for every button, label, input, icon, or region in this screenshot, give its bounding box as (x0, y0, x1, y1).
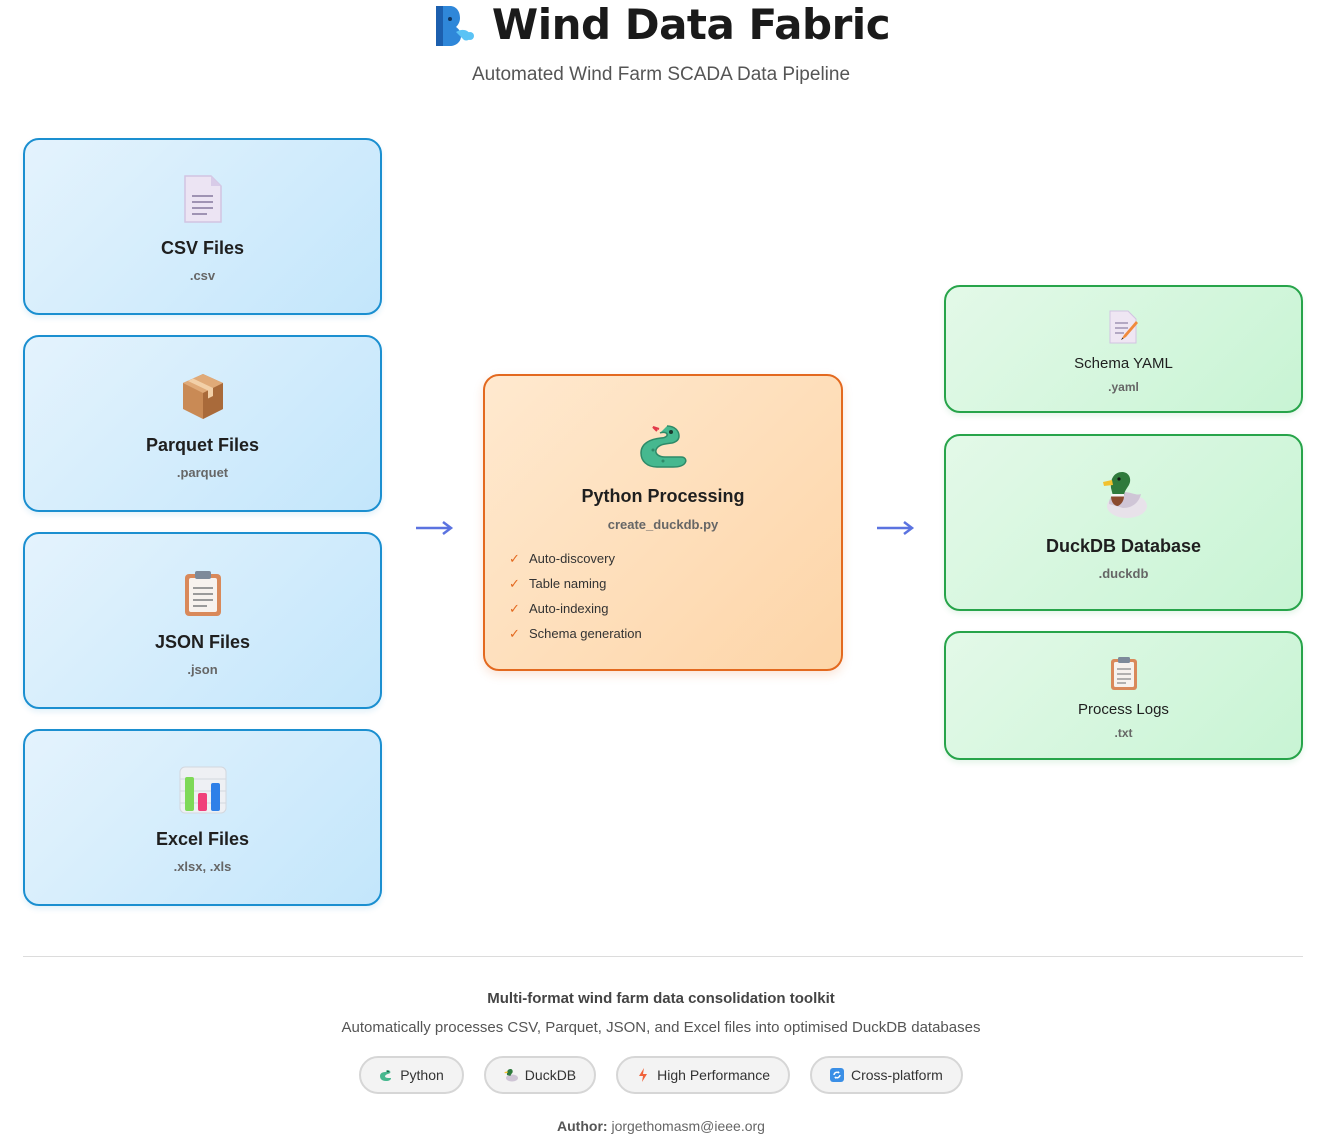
input-card-name: JSON Files (154, 632, 251, 652)
lightning-icon (639, 1068, 648, 1082)
input-card-name: Excel Files (155, 829, 250, 849)
author-email[interactable]: jorgethomasm@ieee.org (611, 1118, 765, 1134)
input-card-name: CSV Files (160, 238, 245, 258)
output-card-duckdb: DuckDB Database .duckdb (944, 434, 1303, 611)
badge-duckdb[interactable]: DuckDB (483, 1056, 597, 1094)
feature-label: Auto-discovery (529, 551, 615, 566)
feature-item: ✓ Table naming (509, 571, 841, 596)
feature-item: ✓ Auto-discovery (509, 546, 841, 571)
refresh-icon (829, 1068, 844, 1082)
bar-chart-icon (179, 766, 226, 814)
badge-high-performance[interactable]: High Performance (616, 1056, 790, 1094)
page-subtitle: Automated Wind Farm SCADA Data Pipeline (471, 64, 851, 85)
badge-label: Cross-platform (850, 1067, 943, 1083)
flow-arrow-in (416, 521, 454, 535)
snake-icon (640, 425, 687, 468)
input-card-ext: .csv (189, 268, 216, 283)
check-icon: ✓ (509, 576, 520, 591)
input-card-excel: Excel Files .xlsx, .xls (23, 729, 382, 906)
header: Wind Data Fabric Automated Wind Farm SCA… (0, 0, 1322, 86)
input-card-name: Parquet Files (145, 435, 260, 455)
author-line: Author: jorgethomasm@ieee.org (0, 1118, 1322, 1134)
memo-icon (1109, 310, 1138, 344)
feature-item: ✓ Schema generation (509, 621, 841, 646)
check-icon: ✓ (509, 551, 520, 566)
output-card-logs: Process Logs .txt (944, 631, 1303, 760)
clipboard-icon (184, 571, 221, 616)
badge-label: DuckDB (524, 1067, 577, 1083)
output-card-schema: Schema YAML .yaml (944, 285, 1303, 413)
snake-icon (380, 1070, 392, 1081)
badge-cross-platform[interactable]: Cross-platform (809, 1056, 963, 1094)
duck-icon (1102, 472, 1147, 518)
author-label: Author: (557, 1118, 608, 1134)
footer-tagline: Multi-format wind farm data consolidatio… (487, 990, 835, 1007)
flow-arrow-out (877, 521, 915, 535)
output-card-name: Schema YAML (1074, 355, 1173, 372)
output-card-ext: .txt (1114, 726, 1133, 740)
wind-face-icon (435, 6, 474, 46)
input-card-csv: CSV Files .csv (23, 138, 382, 315)
check-icon: ✓ (509, 626, 520, 641)
clipboard-icon (1110, 657, 1137, 690)
footer-description: Automatically processes CSV, Parquet, JS… (341, 1019, 981, 1036)
output-card-ext: .yaml (1108, 380, 1139, 394)
feature-item: ✓ Auto-indexing (509, 596, 841, 621)
feature-label: Auto-indexing (529, 601, 609, 616)
processing-card: Python Processing create_duckdb.py ✓ Auto… (483, 374, 843, 671)
badge-list: Python DuckDB High Performance Cross-pla… (0, 1056, 1322, 1094)
processing-script: create_duckdb.py (607, 517, 719, 532)
package-icon (182, 374, 223, 419)
check-icon: ✓ (509, 601, 520, 616)
input-card-parquet: Parquet Files .parquet (23, 335, 382, 512)
output-card-ext: .duckdb (1098, 566, 1149, 581)
output-card-name: Process Logs (1078, 701, 1169, 718)
badge-label: Python (400, 1067, 444, 1083)
document-icon (183, 175, 222, 223)
input-card-ext: .xlsx, .xls (173, 859, 232, 874)
input-card-json: JSON Files .json (23, 532, 382, 709)
processing-title: Python Processing (581, 486, 745, 506)
footer: Multi-format wind farm data consolidatio… (0, 990, 1322, 1134)
feature-list: ✓ Auto-discovery ✓ Table naming ✓ Auto-inde… (509, 546, 841, 646)
output-card-name: DuckDB Database (1045, 536, 1202, 556)
page-title: Wind Data Fabric (491, 0, 891, 49)
badge-python[interactable]: Python (359, 1056, 464, 1094)
duck-icon (504, 1069, 518, 1082)
feature-label: Schema generation (529, 626, 642, 641)
badge-label: High Performance (657, 1067, 770, 1083)
divider (23, 956, 1303, 957)
feature-label: Table naming (529, 576, 607, 591)
input-card-ext: .parquet (176, 465, 229, 480)
input-card-ext: .json (187, 662, 218, 677)
